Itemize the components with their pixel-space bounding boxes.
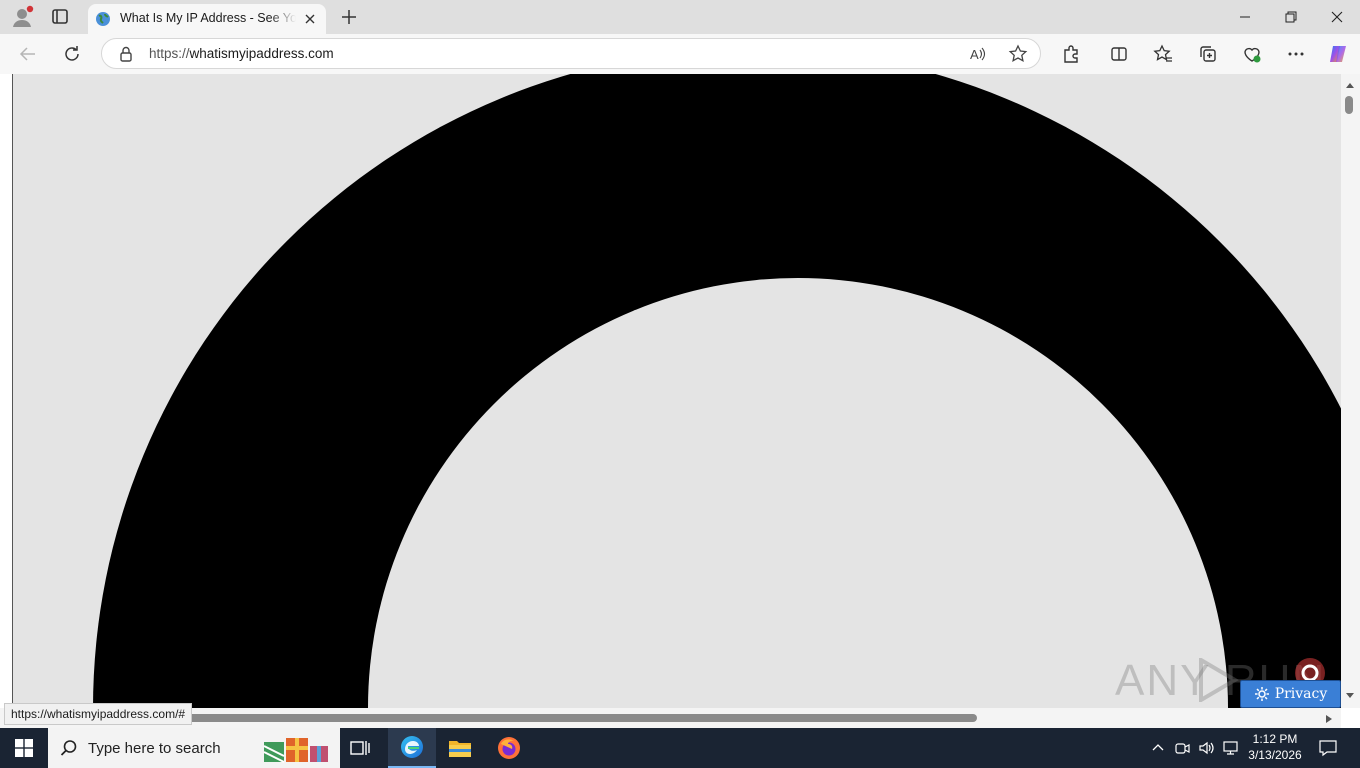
address-bar[interactable]: https://whatismyipaddress.com A <box>101 38 1041 69</box>
tab-strip: What Is My IP Address - See Your Public … <box>0 0 1360 34</box>
minimize-icon[interactable] <box>1222 0 1268 34</box>
notifications-icon[interactable] <box>1318 739 1338 760</box>
close-tab-icon[interactable] <box>302 11 318 27</box>
tab-title: What Is My IP Address - See Your Public … <box>120 11 296 25</box>
close-window-icon[interactable] <box>1314 0 1360 34</box>
horizontal-scroll-thumb[interactable] <box>185 714 977 722</box>
scroll-right-arrow-icon[interactable] <box>1325 714 1333 724</box>
url-text[interactable]: https://whatismyipaddress.com <box>149 46 334 61</box>
meet-now-icon[interactable] <box>1174 740 1192 759</box>
taskbar-search-box[interactable]: Type here to search <box>48 728 340 768</box>
page-content[interactable] <box>12 74 1342 708</box>
back-arrow-icon[interactable] <box>16 42 40 66</box>
privacy-button[interactable]: Privacy <box>1240 680 1341 708</box>
volume-icon[interactable] <box>1198 740 1216 759</box>
collections-icon[interactable] <box>1196 42 1220 66</box>
task-view-icon[interactable] <box>336 728 384 768</box>
restore-icon[interactable] <box>1268 0 1314 34</box>
browser-essentials-icon[interactable] <box>1240 42 1264 66</box>
clock-date: 3/13/2026 <box>1248 748 1302 762</box>
svg-text:A: A <box>970 47 979 62</box>
copilot-icon[interactable] <box>1326 42 1350 66</box>
clock-time: 1:12 PM <box>1252 732 1298 746</box>
vertical-scrollbar[interactable] <box>1341 74 1360 708</box>
new-tab-icon[interactable] <box>338 6 360 28</box>
search-highlight-gifts-icon <box>263 738 328 763</box>
search-placeholder: Type here to search <box>88 740 221 757</box>
active-tab[interactable]: What Is My IP Address - See Your Public … <box>88 4 326 34</box>
scroll-up-arrow-icon[interactable] <box>1345 81 1355 89</box>
windows-taskbar: Type here to search 1:12 PM 3/13/2026 <box>0 728 1360 768</box>
read-aloud-icon[interactable]: A <box>966 42 990 66</box>
extensions-icon[interactable] <box>1059 42 1083 66</box>
edge-taskbar-icon[interactable] <box>388 728 436 768</box>
more-options-icon[interactable] <box>1284 42 1308 66</box>
tab-actions-icon[interactable] <box>48 6 72 28</box>
split-screen-icon[interactable] <box>1107 42 1131 66</box>
firefox-icon[interactable] <box>485 728 533 768</box>
vertical-scroll-thumb[interactable] <box>1345 96 1353 114</box>
show-hidden-icons-chevron-icon[interactable] <box>1150 740 1166 759</box>
search-icon <box>60 740 77 756</box>
file-explorer-icon[interactable] <box>436 728 484 768</box>
favorites-icon[interactable] <box>1151 42 1175 66</box>
url-scheme: https:// <box>149 46 190 61</box>
favorite-star-icon[interactable] <box>1006 42 1030 66</box>
scroll-down-arrow-icon[interactable] <box>1345 692 1355 700</box>
horizontal-scrollbar[interactable] <box>0 708 1341 728</box>
gear-icon <box>1254 687 1269 701</box>
large-black-arc <box>93 74 1342 708</box>
network-icon[interactable] <box>1222 740 1240 759</box>
privacy-button-label: Privacy <box>1274 686 1328 702</box>
url-host: whatismyipaddress.com <box>189 46 334 61</box>
browser-toolbar: https://whatismyipaddress.com A <box>0 34 1360 74</box>
system-clock[interactable]: 1:12 PM 3/13/2026 <box>1244 731 1306 763</box>
start-windows-icon[interactable] <box>0 728 48 768</box>
refresh-icon[interactable] <box>60 42 84 66</box>
lock-icon[interactable] <box>118 45 134 63</box>
profile-avatar-icon[interactable] <box>10 5 34 29</box>
status-bar-url: https://whatismyipaddress.com/# <box>4 703 193 725</box>
page-viewport: ANY RUN Privacy https://whatismyipaddres… <box>0 74 1360 728</box>
globe-icon <box>95 11 111 27</box>
watermark-play-icon <box>1199 658 1239 702</box>
